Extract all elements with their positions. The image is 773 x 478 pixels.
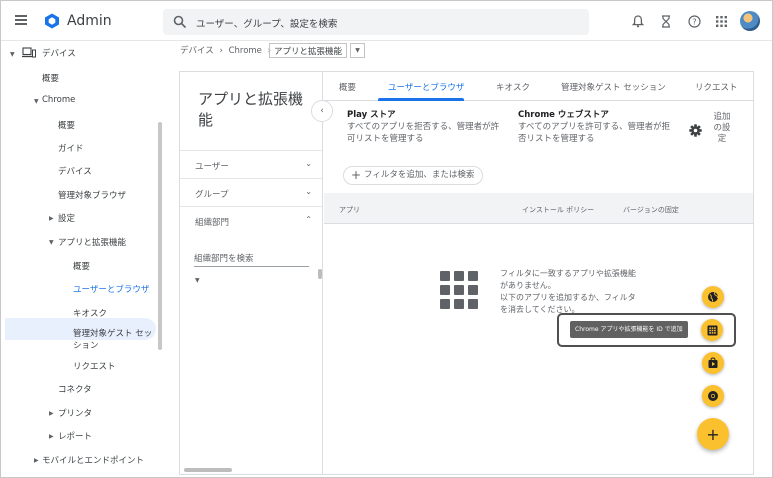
sidebar-item-apps-overview[interactable]: 概要: [73, 260, 90, 272]
search-bar[interactable]: ユーザー、グループ、設定を検索: [163, 9, 589, 35]
empty-apps-grid-icon: [440, 271, 478, 309]
expand-caret-icon[interactable]: ▼: [34, 98, 39, 105]
expand-caret-icon[interactable]: ▼: [49, 239, 54, 246]
sidebar-item-users-browsers[interactable]: ユーザーとブラウザ: [73, 283, 149, 295]
expand-caret-icon[interactable]: ▼: [10, 51, 15, 58]
collapsed-caret-icon[interactable]: ▶: [49, 410, 54, 417]
search-placeholder: ユーザー、グループ、設定を検索: [196, 19, 338, 30]
add-fab-button[interactable]: +: [697, 418, 729, 450]
sidebar-item-kiosk[interactable]: キオスク: [73, 307, 107, 319]
add-android-app-button[interactable]: [702, 286, 724, 308]
column-header-app[interactable]: アプリ: [339, 205, 360, 215]
sidebar-item-mobile-endpoints[interactable]: モバイルとエンドポイント: [42, 454, 144, 466]
empty-state-message: フィルタに一致するアプリや拡張機能 がありません。 以下のアプリを追加するか、フ…: [500, 269, 636, 314]
shopping-bag-icon: [708, 357, 718, 368]
admin-logo-icon: [45, 13, 59, 29]
devices-icon: [22, 47, 36, 58]
sidebar-item-chrome[interactable]: Chrome: [42, 95, 75, 105]
content-panel: アプリと拡張機 能 ユーザー ⌄ グループ ⌄ 組織部門 ⌃ 組織部門を検索 ▼ ‹ …: [179, 71, 754, 475]
admin-console-window: Admin ユーザー、グループ、設定を検索 ? ▼ デバイス 概要 ▼ Chro…: [0, 0, 773, 478]
main-area: 概要 ユーザーとブラウザ キオスク 管理対象ゲスト セッション リクエスト Pl…: [324, 72, 753, 474]
tab-bar: 概要 ユーザーとブラウザ キオスク 管理対象ゲスト セッション リクエスト: [324, 72, 753, 101]
search-icon: [173, 15, 187, 29]
left-navigation: ▼ デバイス 概要 ▼ Chrome 概要 ガイド デバイス 管理対象ブラウザ …: [1, 42, 166, 477]
filter-users[interactable]: ユーザー ⌄: [180, 150, 322, 178]
sidebar-item-managed-guest[interactable]: 管理対象ゲスト セッ: [73, 327, 152, 339]
breadcrumb-current[interactable]: アプリと拡張機能: [269, 43, 348, 58]
table-header: アプリ インストール ポリシー バージョンの固定: [324, 193, 753, 224]
sidebar-item-settings[interactable]: 設定: [58, 212, 75, 224]
additional-settings-button[interactable]: 追加 の設 定: [707, 112, 737, 145]
collapsed-caret-icon[interactable]: ▶: [49, 215, 54, 222]
app-title[interactable]: Admin: [67, 13, 112, 29]
breadcrumb: デバイス › Chrome ›: [180, 44, 274, 56]
sidebar-item-reports[interactable]: レポート: [58, 430, 92, 442]
panel-title: アプリと拡張機 能: [198, 90, 304, 129]
column-header-version-pin[interactable]: バージョンの固定: [623, 205, 679, 215]
tab-overview[interactable]: 概要: [339, 81, 356, 93]
filter-groups[interactable]: グループ ⌄: [180, 178, 322, 206]
apps-grid-icon[interactable]: [714, 14, 728, 28]
chevron-down-icon: ⌄: [305, 187, 312, 196]
filter-org-units[interactable]: 組織部門 ⌃: [180, 206, 322, 234]
plus-icon: +: [351, 168, 362, 182]
hourglass-icon[interactable]: [659, 14, 673, 28]
sidebar-item-managed-browsers[interactable]: 管理対象ブラウザ: [58, 189, 126, 201]
add-play-store-app-button[interactable]: [702, 352, 724, 374]
collapsed-caret-icon[interactable]: ▶: [34, 457, 39, 464]
help-icon[interactable]: ?: [687, 14, 701, 28]
sidebar-item-printers[interactable]: プリンタ: [58, 407, 92, 419]
filter-scrollbar[interactable]: [318, 269, 322, 279]
filter-column: アプリと拡張機 能 ユーザー ⌄ グループ ⌄ 組織部門 ⌃ 組織部門を検索 ▼: [180, 72, 323, 474]
sidebar-item-connectors[interactable]: コネクタ: [58, 383, 92, 395]
add-by-id-tooltip: Chrome アプリや拡張機能を ID で追加: [570, 321, 688, 338]
expand-caret-icon[interactable]: ▼: [195, 277, 200, 284]
bell-icon[interactable]: [631, 14, 645, 28]
sidebar-item-devices[interactable]: デバイス: [42, 47, 76, 59]
globe-icon: [708, 292, 719, 302]
org-unit-search-input[interactable]: 組織部門を検索: [194, 252, 309, 267]
active-tab-indicator: [378, 98, 464, 101]
breadcrumb-devices[interactable]: デバイス: [180, 46, 214, 56]
chrome-web-store-setting[interactable]: Chrome ウェブストア すべてのアプリを許可する、管理者が拒 否リストを管理す…: [518, 108, 688, 145]
breadcrumb-chrome[interactable]: Chrome: [229, 46, 262, 56]
tab-kiosk[interactable]: キオスク: [496, 81, 530, 93]
column-header-install-policy[interactable]: インストール ポリシー: [522, 205, 594, 215]
sidebar-item-requests[interactable]: リクエスト: [73, 360, 116, 372]
breadcrumb-separator: ›: [219, 46, 223, 56]
sidebar-item-guide[interactable]: ガイド: [58, 142, 84, 154]
sidebar-item-overview[interactable]: 概要: [42, 72, 59, 84]
chevron-up-icon: ⌃: [305, 215, 312, 224]
breadcrumb-dropdown-icon[interactable]: ▼: [350, 43, 365, 58]
add-filter-chip[interactable]: + フィルタを追加、または検索: [343, 166, 484, 185]
gear-icon[interactable]: [689, 124, 702, 137]
play-store-setting[interactable]: Play ストア すべてのアプリを拒否する、管理者が許 可リストを管理する: [347, 108, 517, 145]
sidebar-item-apps-extensions[interactable]: アプリと拡張機能: [58, 236, 126, 248]
tab-requests[interactable]: リクエスト: [695, 81, 738, 93]
main-menu-icon[interactable]: [15, 15, 27, 25]
sidebar-item-chrome-overview[interactable]: 概要: [58, 119, 75, 131]
filter-horizontal-scrollbar[interactable]: [184, 468, 232, 472]
top-app-bar: Admin ユーザー、グループ、設定を検索 ?: [1, 1, 772, 41]
avatar[interactable]: [740, 11, 760, 31]
collapsed-caret-icon[interactable]: ▶: [49, 433, 54, 440]
add-chrome-web-store-app-button[interactable]: [702, 385, 724, 407]
svg-text:?: ?: [692, 17, 696, 26]
chrome-icon: [708, 391, 718, 401]
chevron-down-icon: ⌄: [305, 159, 312, 168]
sidebar-item-managed-guest-line2[interactable]: ション: [73, 339, 99, 351]
tab-users-browsers[interactable]: ユーザーとブラウザ: [388, 81, 464, 93]
sidebar-scrollbar[interactable]: [158, 122, 162, 350]
sidebar-item-chrome-devices[interactable]: デバイス: [58, 165, 92, 177]
tab-managed-guest[interactable]: 管理対象ゲスト セッション: [561, 81, 666, 93]
